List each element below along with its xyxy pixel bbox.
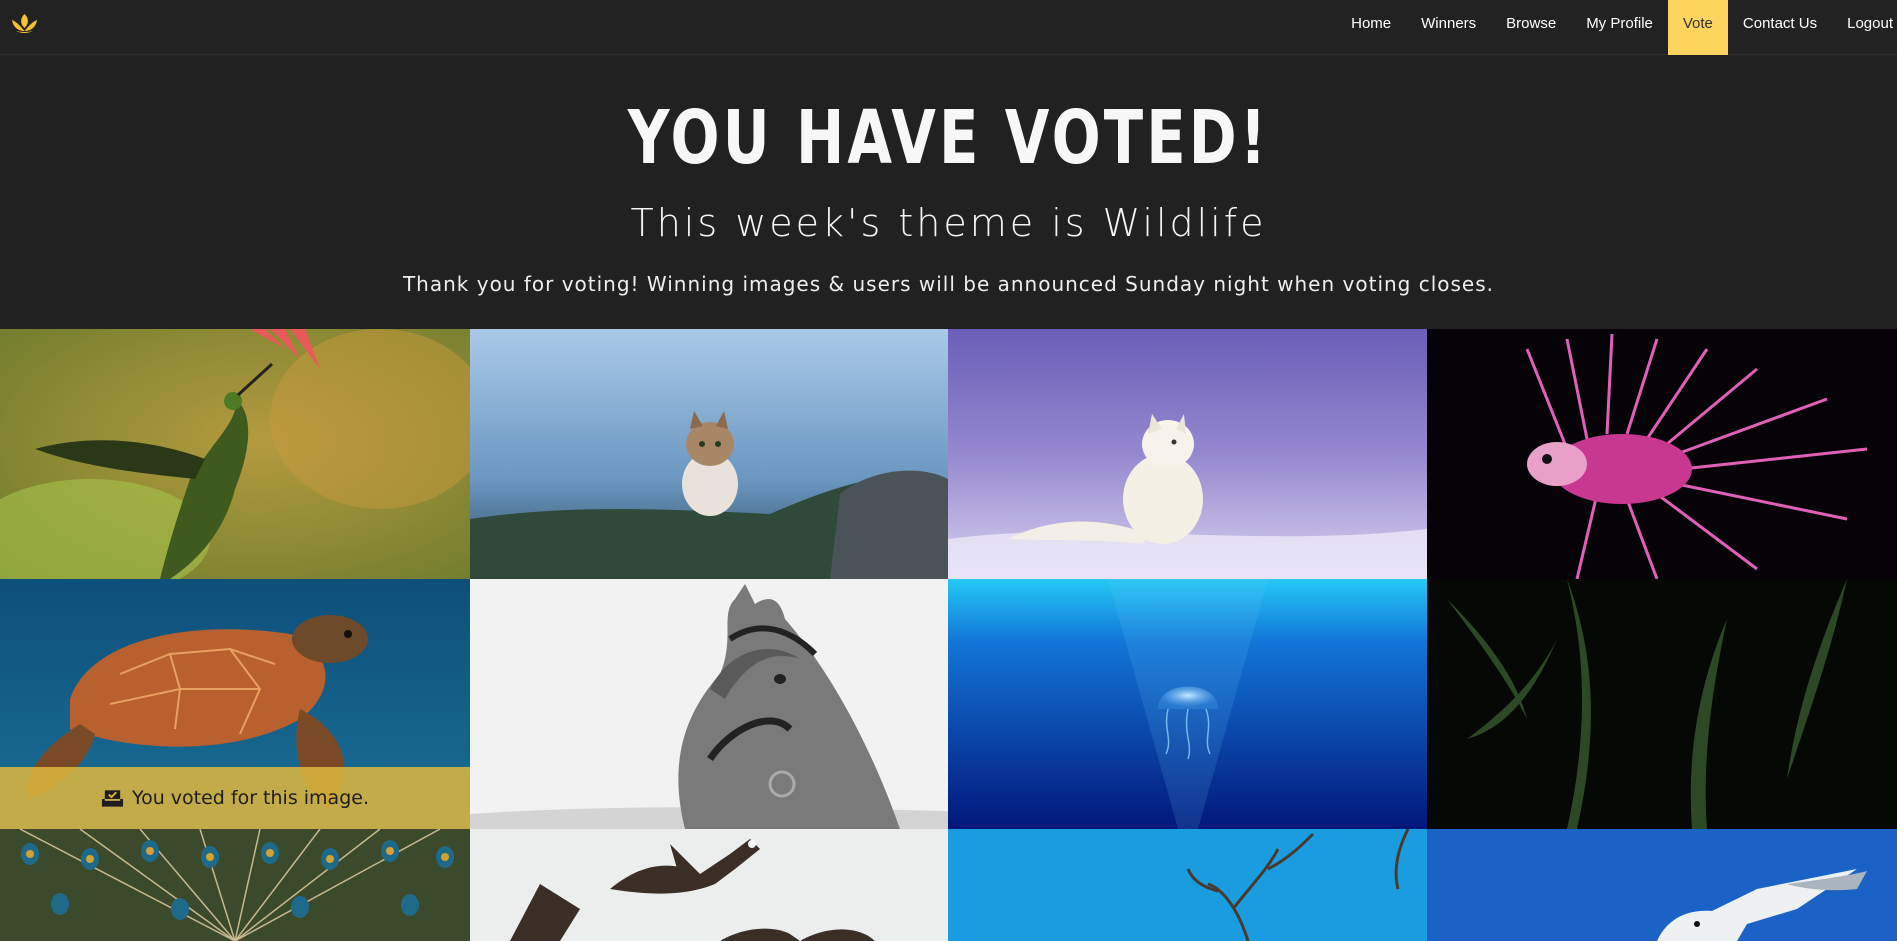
nav-logout-link[interactable]: Logout [1832, 0, 1897, 55]
nav-browse-link[interactable]: Browse [1491, 0, 1571, 55]
gallery-image-lionfish[interactable] [1427, 329, 1897, 579]
nav-my-profile-link[interactable]: My Profile [1571, 0, 1668, 55]
gallery-image-jellyfish[interactable] [948, 579, 1427, 829]
nav-winners-link[interactable]: Winners [1406, 0, 1491, 55]
lotus-logo-icon[interactable] [10, 12, 39, 35]
gallery-image-palm-leaves[interactable] [1427, 579, 1897, 829]
gallery-image-hummingbird[interactable] [0, 329, 470, 579]
gallery-image-arctic-fox[interactable] [948, 329, 1427, 579]
nav-home-link[interactable]: Home [1336, 0, 1406, 55]
gallery-image-peacock[interactable] [0, 829, 470, 941]
gallery-image-geese[interactable] [470, 829, 948, 941]
nav-contact-us-link[interactable]: Contact Us [1728, 0, 1832, 55]
gallery-image-cat[interactable] [470, 329, 948, 579]
voted-banner: You voted for this image. [0, 767, 470, 829]
gallery-image-tree-branches[interactable] [948, 829, 1427, 941]
gallery-image-sea-turtle[interactable]: You voted for this image. [0, 579, 470, 829]
inbox-check-icon [101, 790, 124, 807]
thank-you-message: Thank you for voting! Winning images & u… [402, 272, 1495, 296]
nav-vote-link[interactable]: Vote [1667, 0, 1728, 55]
nav-menu: Home Winners Browse My Profile Vote Cont… [1336, 0, 1897, 55]
image-gallery: You voted for this image. [0, 329, 1897, 941]
page-title: YOU HAVE VOTED! [627, 95, 1270, 181]
gallery-image-horse[interactable] [470, 579, 948, 829]
hero-section: YOU HAVE VOTED! This week's theme is Wil… [0, 55, 1897, 329]
gallery-image-seagull[interactable] [1427, 829, 1897, 941]
voted-label: You voted for this image. [132, 787, 369, 809]
top-navbar: Home Winners Browse My Profile Vote Cont… [0, 0, 1897, 55]
theme-subtitle: This week's theme is Wildlife [630, 201, 1267, 245]
